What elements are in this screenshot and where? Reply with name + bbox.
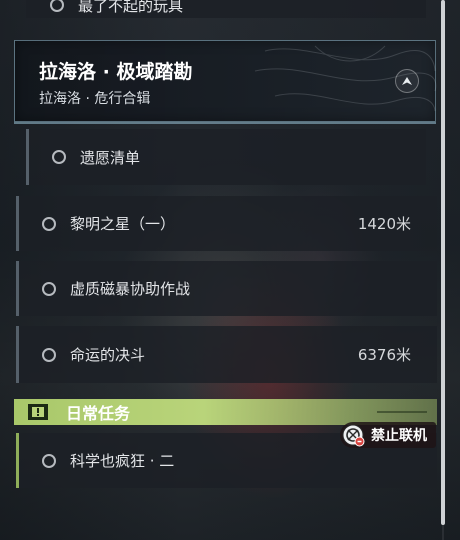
quest-row-top[interactable]: 最了不起的玩具: [26, 0, 426, 18]
quest-row-accent: [16, 196, 19, 251]
quest-row-accent: [16, 261, 19, 316]
no-multiplayer-badge: 禁止联机: [340, 422, 436, 448]
quest-status-circle-icon: [50, 0, 64, 12]
quest-row-accent: [26, 129, 29, 185]
quest-label: 科学也疯狂 · 二: [70, 452, 175, 470]
quest-status-circle-icon: [42, 281, 56, 296]
quest-row[interactable]: 虚质磁暴协助作战: [16, 261, 437, 316]
exclamation-icon: [28, 404, 48, 420]
quest-distance: 1420米: [357, 215, 411, 233]
quest-label: 遗愿清单: [80, 148, 141, 167]
quest-row-accent: [16, 326, 19, 383]
quest-row-accent: [16, 433, 19, 488]
header-decoration: [377, 411, 427, 413]
quest-row[interactable]: 黎明之星（一） 1420米: [16, 196, 437, 251]
chevron-up-icon[interactable]: [395, 69, 419, 93]
quest-label: 虚质磁暴协助作战: [70, 280, 191, 298]
chapter-title: 拉海洛 · 极域踏勘: [39, 61, 193, 83]
quest-label: 黎明之星（一）: [70, 215, 176, 233]
quest-status-circle-icon: [42, 347, 56, 362]
daily-section-title: 日常任务: [66, 404, 131, 423]
quest-row[interactable]: 命运的决斗 6376米: [16, 326, 437, 383]
no-multiplayer-icon: [341, 423, 365, 447]
quest-status-circle-icon: [42, 453, 56, 468]
quest-status-circle-icon: [52, 150, 66, 164]
quest-row[interactable]: 遗愿清单: [26, 129, 426, 185]
no-multiplayer-label: 禁止联机: [371, 428, 427, 444]
chapter-header[interactable]: 拉海洛 · 极域踏勘 拉海洛 · 危行合辑: [14, 40, 437, 122]
quest-distance: 6376米: [357, 346, 411, 364]
quest-status-circle-icon: [42, 216, 56, 231]
chapter-subtitle: 拉海洛 · 危行合辑: [39, 91, 151, 107]
scrollbar-thumb[interactable]: [441, 0, 445, 525]
quest-label: 最了不起的玩具: [78, 0, 184, 15]
quest-label: 命运的决斗: [70, 346, 146, 364]
